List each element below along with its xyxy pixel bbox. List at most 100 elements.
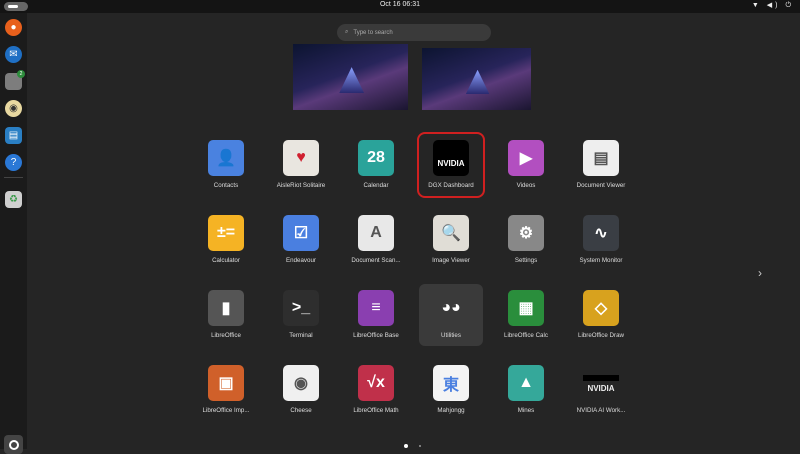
- app-terminal[interactable]: >_ Terminal: [269, 284, 333, 346]
- app-icon: 👤: [208, 140, 244, 176]
- app-label: Contacts: [213, 182, 239, 189]
- dock-glyph: ▤: [8, 130, 19, 141]
- app-label: System Monitor: [579, 257, 623, 264]
- app-icon: ▶: [508, 140, 544, 176]
- app-utilities[interactable]: ◕◕ Utilities: [419, 284, 483, 346]
- dock-glyph: ◉: [9, 103, 18, 114]
- app-dgx-dashboard[interactable]: NVIDIA DGX Dashboard: [417, 132, 485, 198]
- dock-files-icon[interactable]: 2: [5, 70, 25, 90]
- app-libreoffice-draw[interactable]: ◇ LibreOffice Draw: [569, 284, 633, 346]
- app-nvidia-ai-work[interactable]: NVIDIA NVIDIA AI Work...: [569, 359, 633, 421]
- app-libreoffice-imp[interactable]: ▣ LibreOffice Imp...: [194, 359, 258, 421]
- app-label: Cheese: [290, 407, 312, 414]
- app-label: Mahjongg: [437, 407, 465, 414]
- app-contacts[interactable]: 👤 Contacts: [194, 134, 258, 196]
- next-page-arrow[interactable]: ›: [758, 266, 762, 280]
- app-label: Calculator: [212, 257, 240, 264]
- dock-glyph: ✉: [9, 49, 18, 60]
- top-bar: Oct 16 06:31 ▼ ◀) ⏻: [0, 0, 800, 13]
- app-document-scan[interactable]: A Document Scan...: [344, 209, 408, 271]
- system-tray[interactable]: ▼ ◀) ⏻: [752, 1, 794, 10]
- app-icon: ⚙: [508, 215, 544, 251]
- workspace-thumbnail-2[interactable]: [422, 48, 531, 110]
- app-icon: ◕◕: [441, 299, 461, 316]
- dock-libreoffice-writer-icon[interactable]: ▤: [5, 127, 22, 144]
- app-aisleriot-solitaire[interactable]: ♥ AisleRiot Solitaire: [269, 134, 333, 196]
- app-icon: ▣: [208, 365, 244, 401]
- app-system-monitor[interactable]: ∿ System Monitor: [569, 209, 633, 271]
- app-icon: 🔍: [433, 215, 469, 251]
- search-icon: ⌕: [345, 29, 349, 35]
- dock-glyph: ♻: [9, 194, 18, 205]
- app-libreoffice[interactable]: ▮ LibreOffice: [194, 284, 258, 346]
- dock-separator: [4, 177, 23, 178]
- app-label: Document Viewer: [576, 182, 626, 189]
- dock: ● ✉ 2 ◉ ▤? ♻: [0, 13, 27, 454]
- show-apps-button[interactable]: [4, 435, 23, 454]
- dock-rhythmbox-icon[interactable]: ◉: [5, 100, 22, 117]
- app-label: Terminal: [289, 332, 313, 339]
- app-icon: A: [358, 215, 394, 251]
- app-label: DGX Dashboard: [428, 182, 474, 189]
- app-icon: ▦: [508, 290, 544, 326]
- app-videos[interactable]: ▶ Videos: [494, 134, 558, 196]
- app-label: Calendar: [363, 182, 389, 189]
- app-label: Endeavour: [286, 257, 316, 264]
- app-libreoffice-base[interactable]: ≡ LibreOffice Base: [344, 284, 408, 346]
- search-input[interactable]: ⌕ Type to search: [337, 24, 491, 41]
- app-label: Image Viewer: [432, 257, 470, 264]
- workspace-thumbnail-1[interactable]: [293, 44, 408, 110]
- app-endeavour[interactable]: ☑ Endeavour: [269, 209, 333, 271]
- clock[interactable]: Oct 16 06:31: [0, 1, 800, 8]
- app-label: NVIDIA AI Work...: [576, 407, 626, 414]
- app-icon: ☑: [283, 215, 319, 251]
- dock-glyph: ?: [10, 157, 17, 168]
- app-label: Document Scan...: [351, 257, 401, 264]
- dock-help-icon[interactable]: ?: [5, 154, 22, 171]
- app-label: LibreOffice Math: [353, 407, 399, 414]
- page-dot-1[interactable]: [404, 444, 408, 448]
- app-label: LibreOffice Imp...: [202, 407, 250, 414]
- app-icon: 28: [358, 140, 394, 176]
- app-settings[interactable]: ⚙ Settings: [494, 209, 558, 271]
- dock-trash-icon[interactable]: ♻: [5, 191, 22, 208]
- dock-thunderbird-icon[interactable]: ✉: [5, 46, 22, 63]
- app-icon: NVIDIA: [433, 140, 469, 176]
- app-image-viewer[interactable]: 🔍 Image Viewer: [419, 209, 483, 271]
- app-icon: NVIDIA: [583, 365, 619, 401]
- app-libreoffice-math[interactable]: √x LibreOffice Math: [344, 359, 408, 421]
- app-icon: ▲: [508, 365, 544, 401]
- search-placeholder: Type to search: [353, 29, 393, 36]
- app-label: Mines: [517, 407, 535, 414]
- app-icon: ◇: [583, 290, 619, 326]
- app-mahjongg[interactable]: 東 Mahjongg: [419, 359, 483, 421]
- app-label: Settings: [514, 257, 538, 264]
- app-icon: √x: [358, 365, 394, 401]
- app-calendar[interactable]: 28 Calendar: [344, 134, 408, 196]
- app-icon: ▮: [208, 290, 244, 326]
- app-document-viewer[interactable]: ▤ Document Viewer: [569, 134, 633, 196]
- dock-firefox-icon[interactable]: ●: [5, 19, 22, 36]
- app-label: LibreOffice: [211, 332, 241, 339]
- app-mines[interactable]: ▲ Mines: [494, 359, 558, 421]
- app-label: LibreOffice Calc: [504, 332, 548, 339]
- app-icon: ▤: [583, 140, 619, 176]
- app-icon: ◉: [283, 365, 319, 401]
- app-calculator[interactable]: ±= Calculator: [194, 209, 258, 271]
- app-cheese[interactable]: ◉ Cheese: [269, 359, 333, 421]
- app-icon: >_: [283, 290, 319, 326]
- app-icon: ≡: [358, 290, 394, 326]
- app-icon: 東: [433, 365, 469, 401]
- app-label: LibreOffice Base: [353, 332, 399, 339]
- app-label: Videos: [516, 182, 536, 189]
- page-dot-2[interactable]: [419, 445, 421, 447]
- app-icon: ±=: [208, 215, 244, 251]
- app-label: AisleRiot Solitaire: [276, 182, 326, 189]
- ubuntu-icon: [8, 439, 19, 450]
- app-label: LibreOffice Draw: [578, 332, 624, 339]
- app-icon: ♥: [283, 140, 319, 176]
- app-icon: ∿: [583, 215, 619, 251]
- app-label: Utilities: [441, 332, 461, 339]
- notification-badge: 2: [17, 70, 25, 78]
- app-libreoffice-calc[interactable]: ▦ LibreOffice Calc: [494, 284, 558, 346]
